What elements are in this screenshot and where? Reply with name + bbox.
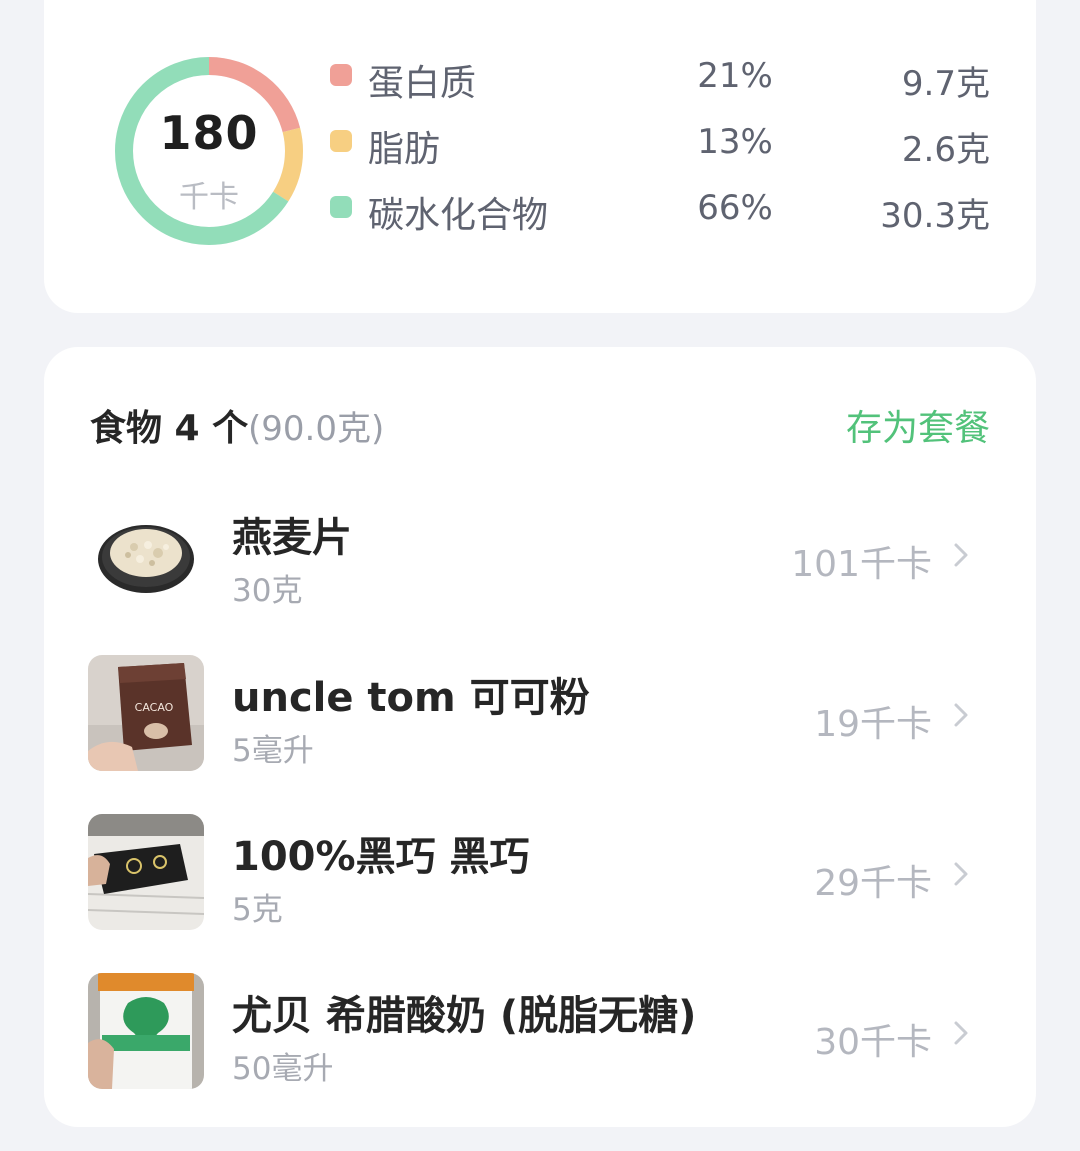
- food-name: 尤贝 希腊酸奶 (脱脂无糖): [232, 993, 697, 1039]
- food-item-cacao-powder[interactable]: CACAO uncle tom 可可粉 5毫升 19千卡: [88, 655, 992, 771]
- dark-chocolate-thumbnail: [88, 814, 204, 930]
- total-kcal-unit: 千卡: [179, 180, 239, 215]
- food-name: 燕麦片: [232, 515, 352, 561]
- food-count-title: 食物 4 个: [90, 408, 249, 449]
- food-item-dark-chocolate[interactable]: 100%黑巧 黑巧 5克 29千卡: [88, 814, 992, 930]
- macro-row-protein: 蛋白质 21% 9.7克: [330, 50, 990, 104]
- macro-name: 碳水化合物: [368, 195, 549, 236]
- cacao-powder-thumbnail: CACAO: [88, 655, 204, 771]
- food-name: uncle tom 可可粉: [232, 675, 590, 721]
- protein-color-dot: [330, 64, 352, 86]
- greek-yogurt-thumbnail: [88, 973, 204, 1089]
- macro-percent: 66%: [697, 188, 773, 228]
- food-kcal: 29千卡: [814, 863, 932, 904]
- oatmeal-thumbnail: [88, 495, 204, 611]
- macro-name: 脂肪: [368, 129, 441, 170]
- chevron-right-icon: [954, 862, 968, 886]
- macro-percent: 13%: [697, 122, 773, 162]
- chevron-right-icon: [954, 703, 968, 727]
- macro-name: 蛋白质: [368, 63, 477, 104]
- cacao-label: CACAO: [135, 701, 174, 714]
- food-item-oatmeal[interactable]: 燕麦片 30克 101千卡: [88, 495, 992, 611]
- food-amount: 5毫升: [232, 733, 314, 769]
- fat-color-dot: [330, 130, 352, 152]
- food-kcal: 30千卡: [814, 1022, 932, 1063]
- food-amount: 30克: [232, 573, 303, 609]
- macro-grams: 9.7克: [901, 64, 990, 104]
- food-kcal: 101千卡: [791, 544, 932, 585]
- macro-row-fat: 脂肪 13% 2.6克: [330, 116, 990, 170]
- macro-row-carbs: 碳水化合物 66% 30.3克: [330, 182, 990, 236]
- calorie-donut-chart: 180 千卡: [114, 56, 304, 246]
- food-item-greek-yogurt[interactable]: 尤贝 希腊酸奶 (脱脂无糖) 50毫升 30千卡: [88, 973, 992, 1089]
- nutrition-summary-card: 180 千卡 蛋白质 21% 9.7克 脂肪 13% 2.6克 碳水化合物 66…: [44, 0, 1036, 313]
- food-total-weight: (90.0克): [248, 409, 385, 449]
- food-list-card: 食物 4 个 (90.0克) 存为套餐 燕麦片 30克 101千卡 CACAO …: [44, 347, 1036, 1127]
- macro-grams: 30.3克: [880, 196, 990, 236]
- food-amount: 5克: [232, 892, 283, 928]
- save-as-meal-button[interactable]: 存为套餐: [846, 399, 990, 451]
- total-kcal-value: 180: [159, 106, 259, 160]
- chevron-right-icon: [954, 543, 968, 567]
- food-kcal: 19千卡: [814, 704, 932, 745]
- macro-grams: 2.6克: [901, 130, 990, 170]
- food-amount: 50毫升: [232, 1051, 334, 1087]
- food-name: 100%黑巧 黑巧: [232, 834, 530, 880]
- carbs-color-dot: [330, 196, 352, 218]
- macro-percent: 21%: [697, 56, 773, 96]
- chevron-right-icon: [954, 1021, 968, 1045]
